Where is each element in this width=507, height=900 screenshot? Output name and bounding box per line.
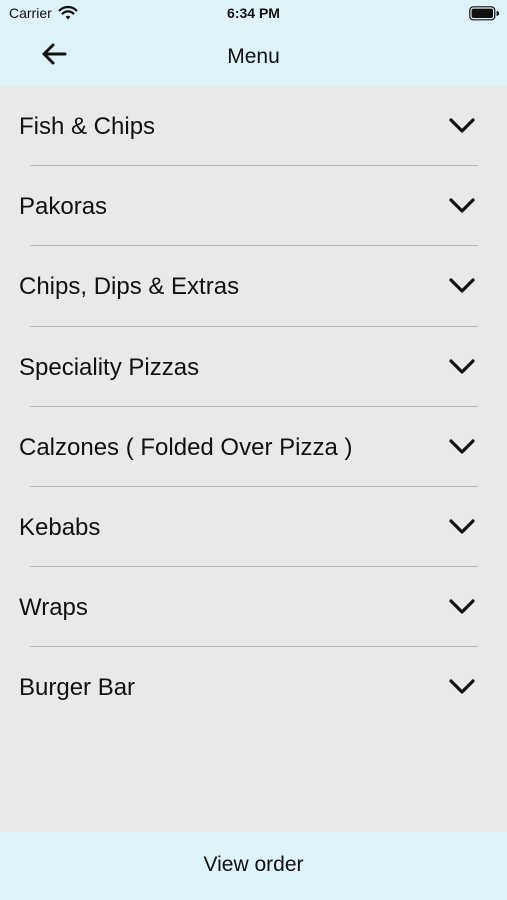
chevron-down-icon bbox=[449, 439, 475, 454]
menu-category-label: Pakoras bbox=[19, 193, 108, 221]
menu-category-kebabs[interactable]: Kebabs bbox=[0, 487, 507, 568]
menu-category-burger-bar[interactable]: Burger Bar bbox=[0, 647, 507, 727]
chevron-down-icon bbox=[449, 679, 475, 694]
menu-category-calzones[interactable]: Calzones ( Folded Over Pizza ) bbox=[0, 407, 507, 487]
menu-category-label: Speciality Pizzas bbox=[19, 353, 200, 381]
menu-category-label: Calzones ( Folded Over Pizza ) bbox=[19, 433, 353, 461]
menu-category-pakoras[interactable]: Pakoras bbox=[0, 166, 507, 247]
menu-category-chips-dips-extras[interactable]: Chips, Dips & Extras bbox=[0, 246, 507, 327]
chevron-down-icon bbox=[449, 599, 475, 614]
menu-category-label: Fish & Chips bbox=[19, 113, 156, 140]
chevron-down-icon bbox=[449, 278, 475, 293]
menu-category-fish-and-chips[interactable]: Fish & Chips bbox=[0, 86, 507, 167]
menu-category-label: Kebabs bbox=[19, 513, 101, 541]
menu-category-label: Wraps bbox=[19, 594, 88, 622]
menu-category-list: Fish & Chips Pakoras Chips, Dips & Extra… bbox=[0, 86, 507, 728]
view-order-button[interactable]: View order bbox=[0, 832, 507, 900]
chevron-down-icon bbox=[449, 118, 475, 133]
chevron-down-icon bbox=[449, 519, 475, 534]
view-order-label: View order bbox=[203, 853, 304, 876]
page-title: Menu bbox=[227, 45, 280, 68]
chevron-down-icon bbox=[449, 358, 475, 374]
header: Carrier 6:34 PM Menu bbox=[0, 0, 507, 86]
menu-category-wraps[interactable]: Wraps bbox=[0, 567, 507, 648]
status-time: 6:34 PM bbox=[227, 5, 280, 21]
menu-category-speciality-pizzas[interactable]: Speciality Pizzas bbox=[0, 327, 507, 407]
menu-category-label: Burger Bar bbox=[19, 674, 136, 702]
nav-bar: Menu bbox=[0, 28, 507, 86]
menu-category-label: Chips, Dips & Extras bbox=[19, 273, 240, 301]
screen: Carrier 6:34 PM Menu Fish & Chips Pakora… bbox=[0, 0, 507, 900]
battery-icon bbox=[469, 6, 500, 21]
chevron-down-icon bbox=[449, 198, 475, 213]
status-bar: Carrier 6:34 PM bbox=[0, 0, 507, 28]
